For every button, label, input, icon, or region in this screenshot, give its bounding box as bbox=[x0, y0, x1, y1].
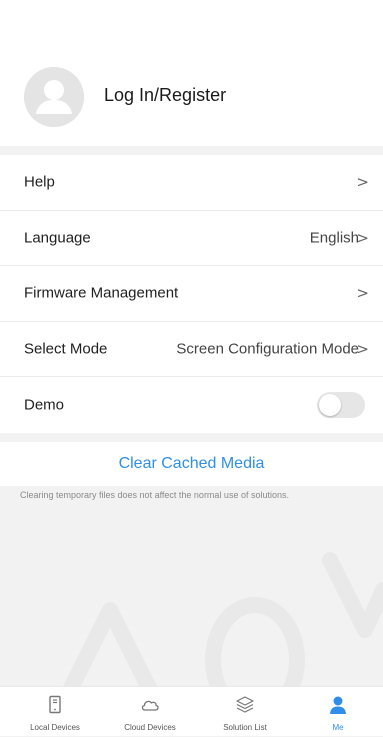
avatar-icon[interactable] bbox=[24, 67, 84, 127]
demo-label: Demo bbox=[24, 396, 65, 414]
language-value: English bbox=[309, 229, 359, 247]
select-mode-label: Select Mode bbox=[24, 340, 108, 358]
tab-solution-list-label: Solution List bbox=[223, 723, 267, 732]
person-icon bbox=[328, 695, 348, 715]
tab-solution-list[interactable]: Solution List bbox=[200, 687, 290, 737]
firmware-management-row[interactable]: Firmware Management > bbox=[0, 266, 383, 322]
tab-local-devices[interactable]: Local Devices bbox=[10, 687, 100, 737]
settings-list: Help > Language English > Firmware Manag… bbox=[0, 155, 383, 433]
select-mode-row[interactable]: Select Mode Screen Configuration Mode > bbox=[0, 322, 383, 377]
tab-me[interactable]: Me bbox=[293, 687, 383, 737]
language-label: Language bbox=[24, 229, 91, 247]
cloud-icon bbox=[140, 695, 160, 715]
chevron-right-icon: > bbox=[356, 339, 369, 358]
tab-me-label: Me bbox=[332, 723, 344, 732]
tab-local-devices-label: Local Devices bbox=[30, 723, 80, 732]
help-label: Help bbox=[24, 173, 55, 191]
demo-row: Demo bbox=[0, 377, 383, 433]
layers-icon bbox=[235, 695, 255, 715]
toggle-knob bbox=[319, 393, 341, 416]
clear-cache-note: Clearing temporary files does not affect… bbox=[20, 490, 289, 500]
profile-card: Log In/Register bbox=[0, 0, 383, 146]
tab-cloud-devices-label: Cloud Devices bbox=[124, 723, 176, 732]
phone-device-icon bbox=[45, 695, 65, 715]
language-row[interactable]: Language English > bbox=[0, 211, 383, 266]
help-row[interactable]: Help > bbox=[0, 155, 383, 211]
firmware-management-label: Firmware Management bbox=[24, 284, 179, 302]
tab-cloud-devices[interactable]: Cloud Devices bbox=[105, 687, 195, 737]
chevron-right-icon: > bbox=[356, 173, 369, 192]
chevron-right-icon: > bbox=[356, 228, 369, 247]
clear-cached-media-button[interactable]: Clear Cached Media bbox=[0, 442, 383, 486]
login-register-link[interactable]: Log In/Register bbox=[104, 85, 226, 106]
select-mode-value: Screen Configuration Mode bbox=[176, 340, 359, 358]
bottom-tab-bar: Local Devices Cloud Devices Solution Lis… bbox=[0, 686, 383, 736]
demo-toggle[interactable] bbox=[317, 391, 365, 418]
chevron-right-icon: > bbox=[356, 284, 369, 303]
